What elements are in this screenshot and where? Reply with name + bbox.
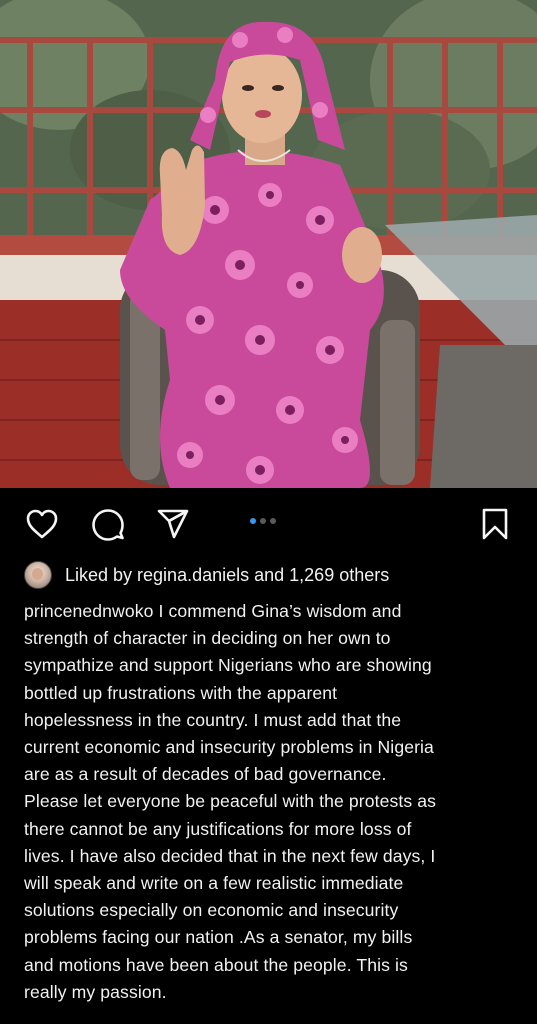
caption-line: will speak and write on a few realistic … (24, 873, 404, 894)
likes-summary[interactable]: Liked by regina.daniels and 1,269 others (24, 560, 389, 590)
caption-line: lives. I have also decided that in the n… (24, 845, 436, 866)
carousel-dot (260, 518, 266, 524)
caption-line: solutions especially on economic and ins… (24, 900, 399, 921)
caption-line: there cannot be any justifications for m… (24, 818, 412, 839)
caption-line: problems facing our nation .As a senator… (24, 927, 413, 948)
post-photo-illustration (0, 0, 537, 488)
likes-text[interactable]: Liked by regina.daniels and 1,269 others (65, 565, 389, 586)
save-button[interactable] (477, 506, 513, 542)
heart-icon (26, 509, 58, 539)
liker-avatar[interactable] (24, 561, 52, 589)
caption-line: hopelessness in the country. I must add … (24, 709, 402, 730)
caption-line: and motions have been about the people. … (24, 954, 408, 975)
post-caption: princenednwoko I commend Gina’s wisdom a… (24, 598, 524, 1006)
comment-bubble-icon (92, 509, 124, 541)
caption-line: sympathize and support Nigerians who are… (24, 655, 432, 676)
share-button[interactable] (155, 506, 191, 542)
caption-line: princenednwoko I commend Gina’s wisdom a… (24, 601, 402, 621)
carousel-dot (270, 518, 276, 524)
paper-plane-icon (157, 509, 189, 539)
post-image[interactable] (0, 0, 537, 488)
comment-button[interactable] (90, 506, 126, 542)
caption-line: really my passion. (24, 981, 167, 1002)
caption-line: current economic and insecurity problems… (24, 737, 434, 758)
like-button[interactable] (24, 506, 60, 542)
caption-line: are as a result of decades of bad govern… (24, 764, 387, 785)
carousel-dot-active (250, 518, 256, 524)
caption-line: bottled up frustrations with the apparen… (24, 682, 338, 703)
bookmark-icon (482, 508, 508, 540)
caption-line: Please let everyone be peaceful with the… (24, 791, 437, 812)
carousel-indicator (250, 518, 276, 524)
caption-line: strength of character in deciding on her… (24, 628, 391, 649)
